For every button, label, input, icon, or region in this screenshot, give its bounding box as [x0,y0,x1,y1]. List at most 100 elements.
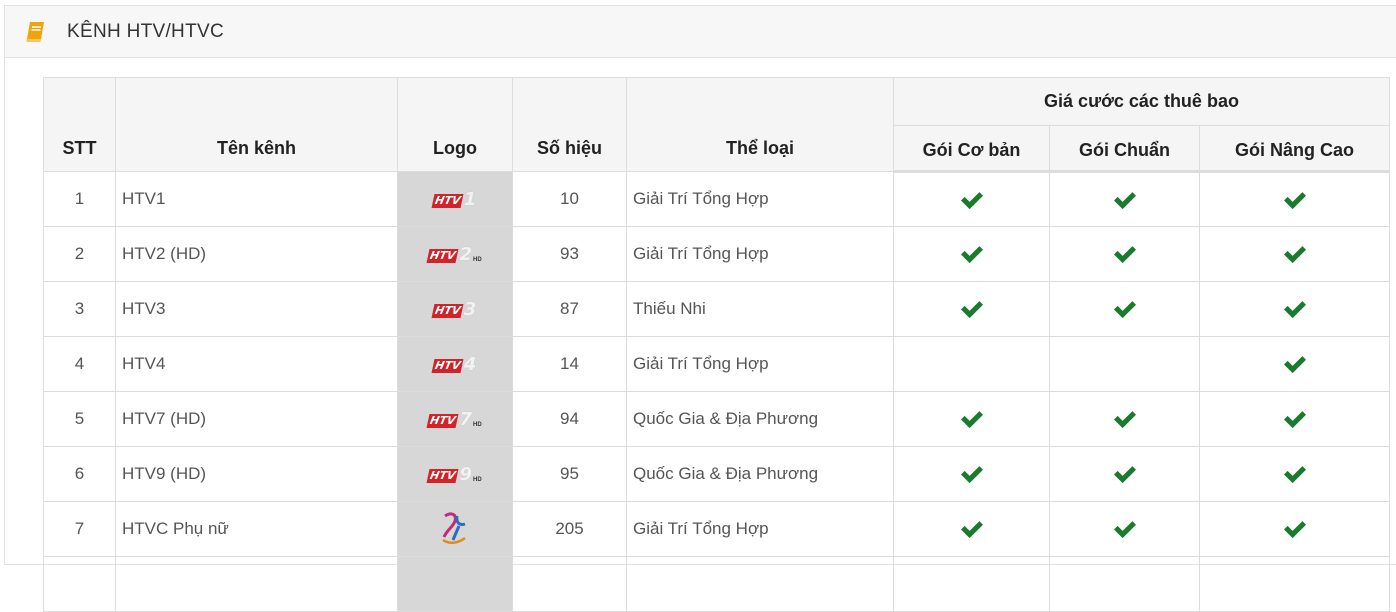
check-icon [1283,191,1306,209]
book-icon [26,21,44,42]
table-row [43,556,1391,612]
check-icon [1113,301,1136,319]
check-icon [1283,521,1306,539]
check-icon [1113,246,1136,264]
header-number: Số hiệu [512,77,627,172]
cell-package-standard [1049,391,1200,447]
cell-genre: Giải Trí Tổng Hợp [626,336,894,392]
panel-title: KÊNH HTV/HTVC [67,20,224,42]
cell-stt: 5 [43,391,116,447]
cell-channel-number: 94 [512,391,627,447]
cell-package-advanced [1198,446,1391,502]
cell-package-basic [893,446,1050,502]
table-row: 5 HTV7 (HD) HTV 7 HD 94 Quốc Gia & Địa Phương [43,391,1391,447]
cell-channel-number: 14 [512,336,627,392]
channel-panel: KÊNH HTV/HTVC STT Tên kênh Logo Số hiệu [4,5,1396,612]
cell-package-advanced [1198,226,1391,282]
cell-channel-name: HTV3 [115,281,398,337]
check-icon [960,301,983,319]
table-row: 3 HTV3 HTV 3 87 Thiếu Nhi [43,281,1391,337]
check-icon [1113,191,1136,209]
cell-channel-name: HTVC Phụ nữ [115,501,398,557]
cell-package-basic [893,336,1050,392]
cell-package-standard [1049,336,1200,392]
table-row: 6 HTV9 (HD) HTV 9 HD 95 Quốc Gia & Địa Phương [43,446,1391,502]
cell-package-standard [1049,226,1200,282]
check-icon [1113,411,1136,429]
check-icon [1113,521,1136,539]
cell-logo [397,501,513,557]
header-price-group: Giá cước các thuê bao [892,77,1391,126]
check-icon [960,521,983,539]
table-row: 2 HTV2 (HD) HTV 2 HD 93 Giải Trí Tổng Hợp [43,226,1391,282]
cell-package-basic [893,281,1050,337]
cell-package-standard [1049,501,1200,557]
cell-package-standard [1049,171,1200,227]
cell-package-basic [893,171,1050,227]
check-icon [1283,356,1306,374]
check-icon [1283,411,1306,429]
check-icon [960,191,983,209]
cell-genre: Thiếu Nhi [626,281,894,337]
cell-stt: 2 [43,226,116,282]
cell-channel-name: HTV1 [115,171,398,227]
htvc-phu-nu-logo [442,512,466,544]
header-package-advanced: Gói Nâng Cao [1198,125,1391,173]
htv-logo: HTV 1 [431,190,478,208]
header-package-basic: Gói Cơ bản [893,125,1050,173]
check-icon [1283,301,1306,319]
panel-header: KÊNH HTV/HTVC [5,6,1396,58]
cell-logo: HTV 3 [397,281,513,337]
cell-stt: 1 [43,171,116,227]
header-name: Tên kênh [115,77,398,172]
cell-channel-number: 95 [512,446,627,502]
cell-logo: HTV 1 [397,171,513,227]
htv-logo: HTV 9 HD [426,465,482,483]
cell-package-advanced [1198,501,1391,557]
check-icon [960,411,983,429]
cell-package-advanced [1198,336,1391,392]
header-package-standard: Gói Chuẩn [1049,125,1200,173]
table-row: 4 HTV4 HTV 4 14 Giải Trí Tổng Hợp [43,336,1391,392]
header-stt: STT [43,77,116,172]
cell-genre: Giải Trí Tổng Hợp [626,226,894,282]
cell-logo: HTV 7 HD [397,391,513,447]
cell-channel-number: 87 [512,281,627,337]
cell-genre: Giải Trí Tổng Hợp [626,171,894,227]
header-genre: Thể loại [626,77,894,172]
htv-logo: HTV 2 HD [426,245,482,263]
cell-channel-number: 10 [512,171,627,227]
cell-logo: HTV 4 [397,336,513,392]
cell-package-standard [1049,446,1200,502]
check-icon [1283,246,1306,264]
htv-logo: HTV 4 [431,355,478,373]
cell-logo: HTV 9 HD [397,446,513,502]
check-icon [1283,466,1306,484]
cell-channel-name: HTV2 (HD) [115,226,398,282]
cell-package-advanced [1198,281,1391,337]
cell-stt: 6 [43,446,116,502]
cell-channel-name: HTV7 (HD) [115,391,398,447]
cell-package-basic [893,391,1050,447]
header-logo: Logo [397,77,513,172]
check-icon [1113,466,1136,484]
cell-package-basic [893,501,1050,557]
cell-channel-name: HTV9 (HD) [115,446,398,502]
cell-genre: Quốc Gia & Địa Phương [626,446,894,502]
htv-logo: HTV 3 [431,300,478,318]
cell-package-standard [1049,281,1200,337]
table-row: 7 HTVC Phụ nữ 205 Giải Trí Tổng Hợp [43,501,1391,557]
cell-genre: Giải Trí Tổng Hợp [626,501,894,557]
cell-package-advanced [1198,391,1391,447]
check-icon [960,246,983,264]
htv-logo: HTV 7 HD [426,410,482,428]
cell-stt: 4 [43,336,116,392]
cell-stt: 7 [43,501,116,557]
cell-channel-number: 205 [512,501,627,557]
channel-table: STT Tên kênh Logo Số hiệu Thể loại Giá c… [43,77,1391,612]
table-row: 1 HTV1 HTV 1 10 Giải Trí Tổng Hợp [43,171,1391,227]
cell-channel-name: HTV4 [115,336,398,392]
cell-stt: 3 [43,281,116,337]
check-icon [960,466,983,484]
cell-package-advanced [1198,171,1391,227]
